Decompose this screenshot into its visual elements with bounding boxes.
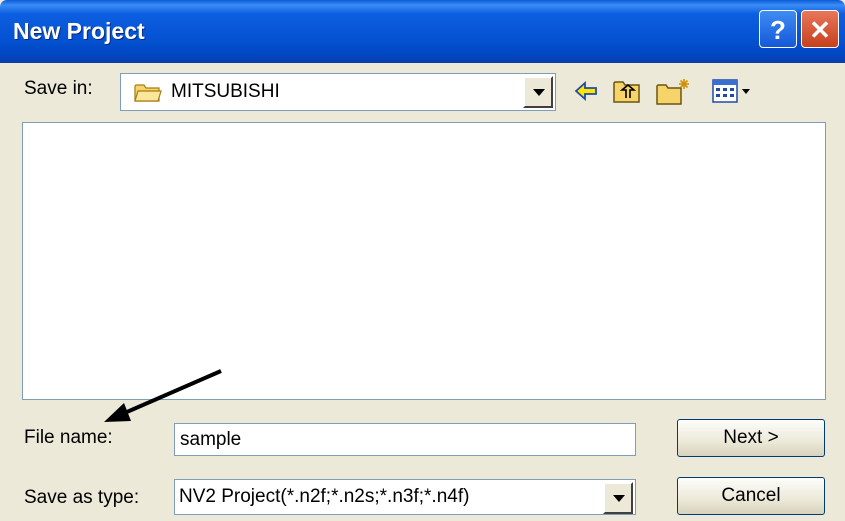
close-button[interactable]: ✕ xyxy=(801,10,839,48)
title-bar[interactable]: New Project ? ✕ xyxy=(0,0,845,63)
file-name-label: File name: xyxy=(24,427,113,448)
file-list[interactable] xyxy=(22,122,826,400)
save-as-type-select[interactable]: NV2 Project(*.n2f;*.n2s;*.n3f;*.n4f) xyxy=(174,479,636,515)
help-icon: ? xyxy=(770,15,786,45)
cancel-button[interactable]: Cancel xyxy=(677,477,825,515)
save-as-type-dropdown-button[interactable] xyxy=(603,482,633,514)
annotation-arrow-icon xyxy=(104,369,222,422)
up-folder-icon[interactable] xyxy=(613,78,641,104)
back-arrow-icon[interactable] xyxy=(574,80,598,102)
save-in-value: MITSUBISHI xyxy=(171,81,280,102)
close-icon: ✕ xyxy=(809,15,831,45)
file-name-input[interactable] xyxy=(174,423,636,456)
new-project-dialog: New Project ? ✕ Save in: MITSUBISHI File… xyxy=(0,0,845,521)
save-in-combobox[interactable]: MITSUBISHI xyxy=(120,73,556,111)
folder-icon xyxy=(134,84,162,102)
new-folder-icon[interactable] xyxy=(656,78,690,106)
help-button[interactable]: ? xyxy=(759,10,797,48)
next-button[interactable]: Next > xyxy=(677,419,825,457)
save-as-type-value: NV2 Project(*.n2f;*.n2s;*.n3f;*.n4f) xyxy=(179,486,470,507)
window-title: New Project xyxy=(13,18,145,44)
save-in-label: Save in: xyxy=(24,78,93,99)
save-in-dropdown-button[interactable] xyxy=(523,76,553,108)
view-menu-icon[interactable] xyxy=(712,78,752,104)
save-as-type-label: Save as type: xyxy=(24,487,140,508)
